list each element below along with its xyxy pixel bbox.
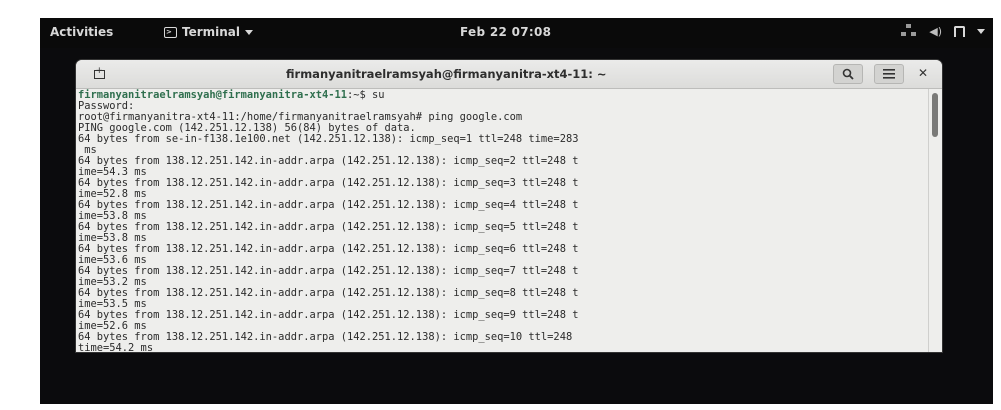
terminal-line: 64 bytes from 138.12.251.142.in-addr.arp…	[78, 331, 573, 343]
prompt-command: :~$ su	[347, 89, 385, 101]
terminal-line: 64 bytes from 138.12.251.142.in-addr.arp…	[78, 243, 579, 255]
terminal-output[interactable]: firmanyanitraelramsyah@firmanyanitra-xt4…	[76, 89, 928, 352]
system-tray[interactable]: ◀)	[901, 24, 985, 38]
hamburger-menu-button[interactable]	[874, 64, 904, 84]
desktop-screen: Activities > Terminal Feb 22 07:08 ◀) fi…	[40, 18, 993, 404]
scrollbar-thumb[interactable]	[932, 93, 938, 137]
hamburger-icon	[883, 69, 895, 79]
new-tab-icon	[93, 66, 105, 79]
window-titlebar[interactable]: firmanyanitraelramsyah@firmanyanitra-xt4…	[76, 60, 942, 89]
search-icon	[842, 68, 854, 80]
vertical-scrollbar[interactable]	[928, 89, 942, 352]
terminal-line: time=54.2 ms	[78, 342, 154, 353]
terminal-line: 64 bytes from 138.12.251.142.in-addr.arp…	[78, 287, 579, 299]
terminal-window: firmanyanitraelramsyah@firmanyanitra-xt4…	[76, 60, 942, 352]
terminal-line: 64 bytes from se-in-f138.1e100.net (142.…	[78, 133, 579, 145]
terminal-line: 64 bytes from 138.12.251.142.in-addr.arp…	[78, 221, 579, 233]
chevron-down-icon	[245, 29, 254, 35]
terminal-line: 64 bytes from 138.12.251.142.in-addr.arp…	[78, 177, 579, 189]
power-icon	[954, 25, 965, 37]
prompt-line: firmanyanitraelramsyah@firmanyanitra-xt4…	[78, 90, 928, 101]
terminal-line: 64 bytes from 138.12.251.142.in-addr.arp…	[78, 199, 579, 211]
top-bar: Activities > Terminal Feb 22 07:08 ◀)	[40, 18, 993, 48]
app-menu-label: Terminal	[182, 25, 241, 39]
app-menu-terminal[interactable]: > Terminal	[164, 25, 254, 39]
terminal-line: 64 bytes from 138.12.251.142.in-addr.arp…	[78, 155, 579, 167]
system-menu-chevron-icon	[977, 28, 985, 34]
volume-icon: ◀)	[929, 24, 942, 38]
network-icon	[901, 24, 917, 38]
terminal-line: 64 bytes from 138.12.251.142.in-addr.arp…	[78, 309, 579, 321]
terminal-app-icon: >	[164, 26, 177, 38]
new-tab-button[interactable]	[86, 65, 112, 83]
close-icon[interactable]: ✕	[918, 66, 928, 80]
clock[interactable]: Feb 22 07:08	[460, 25, 551, 39]
search-button[interactable]	[833, 64, 863, 84]
terminal-line: 64 bytes from 138.12.251.142.in-addr.arp…	[78, 265, 579, 277]
activities-button[interactable]: Activities	[50, 25, 113, 39]
window-title: firmanyanitraelramsyah@firmanyanitra-xt4…	[286, 67, 607, 81]
